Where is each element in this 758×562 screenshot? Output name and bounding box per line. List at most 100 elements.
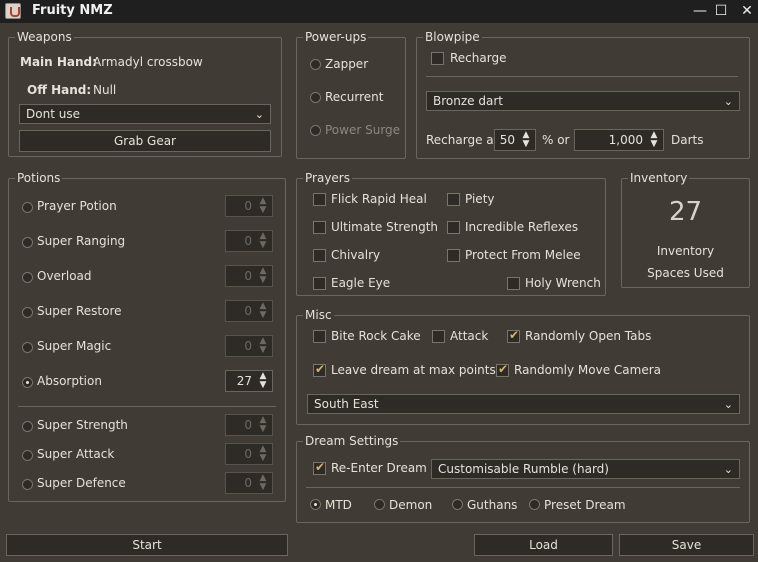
potion-quantity-spinner[interactable]: 0 ▲ ▼ [225,300,273,322]
potion-radio[interactable] [22,202,33,213]
chivalry-checkbox[interactable] [313,249,326,262]
load-button[interactable]: Load [474,534,613,556]
reenter-dream-checkbox[interactable] [313,460,326,475]
potion-quantity-spinner[interactable]: 0 ▲ ▼ [225,265,273,287]
chevron-down-icon: ⌄ [723,463,733,476]
dream-type-dropdown[interactable]: Customisable Rumble (hard) ⌄ [431,459,740,479]
direction-dropdown[interactable]: South East ⌄ [307,394,740,414]
potion-quantity-value: 0 [244,199,252,213]
potion-quantity-spinner[interactable]: 0 ▲ ▼ [225,414,273,436]
mtd-radio[interactable] [310,499,321,510]
chivalry-label: Chivalry [331,248,381,262]
spin-down-icon[interactable]: ▼ [257,346,269,355]
recharge-percent-spinner[interactable]: 50 ▲ ▼ [494,129,536,151]
close-button[interactable]: ✕ [737,2,757,20]
potion-label: Super Restore [37,304,122,318]
dart-dropdown-value: Bronze dart [433,94,503,108]
bite-rock-cake-checkbox[interactable] [313,330,326,343]
prayers-legend: Prayers [303,171,352,185]
main-hand-value: Armadyl crossbow [93,55,203,69]
spin-down-icon[interactable]: ▼ [257,381,269,390]
potion-label: Prayer Potion [37,199,117,213]
powerups-legend: Power-ups [303,30,369,44]
spin-down-icon[interactable]: ▼ [257,311,269,320]
potion-label: Super Defence [37,476,126,490]
java-app-icon [5,3,21,19]
potion-radio[interactable] [22,421,33,432]
potion-quantity-value: 0 [244,234,252,248]
potion-radio[interactable] [22,307,33,318]
blowpipe-legend: Blowpipe [423,30,482,44]
potion-quantity-spinner[interactable]: 27 ▲ ▼ [225,370,273,392]
spin-down-icon[interactable]: ▼ [520,140,532,149]
randomly-open-tabs-checkbox[interactable] [507,328,520,343]
potion-quantity-spinner[interactable]: 0 ▲ ▼ [225,195,273,217]
spin-down-icon[interactable]: ▼ [257,276,269,285]
incredible-reflexes-checkbox[interactable] [447,221,460,234]
potion-radio[interactable] [22,237,33,248]
zapper-radio[interactable] [310,59,321,70]
incredible-reflexes-label: Incredible Reflexes [465,220,579,234]
spin-down-icon[interactable]: ▼ [257,483,269,492]
power-surge-radio[interactable] [310,125,321,136]
direction-dropdown-value: South East [314,397,379,411]
demon-radio[interactable] [374,499,385,510]
potion-radio[interactable] [22,272,33,283]
start-button[interactable]: Start [6,534,288,556]
recurrent-label: Recurrent [325,90,384,104]
recharge-checkbox[interactable] [431,52,444,65]
guthans-label: Guthans [467,498,518,512]
chevron-down-icon: ⌄ [254,108,264,121]
potion-quantity-spinner[interactable]: 0 ▲ ▼ [225,335,273,357]
potion-radio[interactable] [22,377,33,388]
recurrent-radio[interactable] [310,92,321,103]
power-surge-label: Power Surge [325,123,401,137]
piety-checkbox[interactable] [447,193,460,206]
bite-rock-cake-label: Bite Rock Cake [331,329,421,343]
potion-radio[interactable] [22,450,33,461]
eagle-eye-label: Eagle Eye [331,276,391,290]
randomly-move-camera-checkbox[interactable] [496,362,509,377]
spin-down-icon[interactable]: ▼ [648,140,660,149]
demon-label: Demon [389,498,433,512]
guthans-radio[interactable] [452,499,463,510]
attack-checkbox[interactable] [432,330,445,343]
misc-legend: Misc [303,308,334,322]
potion-radio[interactable] [22,479,33,490]
potion-quantity-value: 0 [244,304,252,318]
holy-wrench-checkbox[interactable] [507,277,520,290]
protect-from-melee-checkbox[interactable] [447,249,460,262]
spin-down-icon[interactable]: ▼ [257,454,269,463]
darts-value: 1,000 [608,133,643,147]
spin-down-icon[interactable]: ▼ [257,241,269,250]
inventory-legend: Inventory [628,171,690,185]
preset-dream-label: Preset Dream [544,498,626,512]
chevron-down-icon: ⌄ [723,95,733,108]
spin-down-icon[interactable]: ▼ [257,206,269,215]
recharge-at-label: Recharge at [426,133,499,147]
spin-down-icon[interactable]: ▼ [257,425,269,434]
randomly-move-camera-label: Randomly Move Camera [514,363,662,377]
flick-rapid-heal-checkbox[interactable] [313,193,326,206]
weapon-dropdown[interactable]: Dont use ⌄ [19,104,271,124]
minimize-button[interactable]: — [690,2,710,20]
potion-quantity-spinner[interactable]: 0 ▲ ▼ [225,472,273,494]
preset-dream-radio[interactable] [529,499,540,510]
leave-dream-checkbox[interactable] [313,362,326,377]
maximize-button[interactable]: ☐ [711,2,731,20]
leave-dream-label: Leave dream at max points [331,363,496,377]
grab-gear-button[interactable]: Grab Gear [19,130,271,152]
potion-radio[interactable] [22,342,33,353]
dart-dropdown[interactable]: Bronze dart ⌄ [426,91,740,111]
save-button[interactable]: Save [619,534,754,556]
potion-quantity-spinner[interactable]: 0 ▲ ▼ [225,443,273,465]
eagle-eye-checkbox[interactable] [313,277,326,290]
potion-quantity-value: 0 [244,476,252,490]
potion-quantity-value: 27 [236,374,252,388]
protect-from-melee-label: Protect From Melee [465,248,581,262]
percent-or-label: % or [542,133,570,147]
dream-settings-legend: Dream Settings [303,434,401,448]
darts-spinner[interactable]: 1,000 ▲ ▼ [574,129,664,151]
ultimate-strength-checkbox[interactable] [313,221,326,234]
potion-quantity-spinner[interactable]: 0 ▲ ▼ [225,230,273,252]
